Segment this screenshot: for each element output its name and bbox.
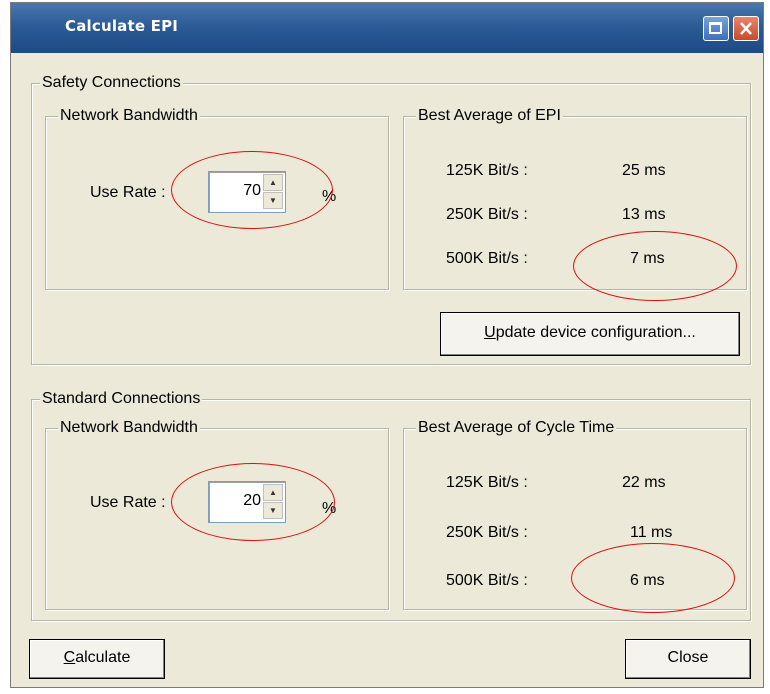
standard-value-250k: 11 ms bbox=[630, 524, 673, 541]
restore-icon bbox=[709, 22, 722, 34]
safety-rate-500k: 500K Bit/s : bbox=[446, 250, 528, 267]
standard-rate-500k: 500K Bit/s : bbox=[446, 572, 528, 589]
standard-use-rate-spinner[interactable]: 20 ▲ ▼ bbox=[208, 481, 286, 523]
standard-use-rate-value[interactable]: 20 bbox=[243, 492, 261, 510]
restore-button[interactable] bbox=[703, 16, 729, 41]
safety-best-epi-label: Best Average of EPI bbox=[416, 106, 563, 126]
calculate-mnemonic: C bbox=[63, 649, 76, 666]
standard-percent-label: % bbox=[322, 500, 337, 517]
spin-up-icon[interactable]: ▲ bbox=[263, 484, 283, 501]
calculate-button-label: alculate bbox=[75, 649, 131, 666]
close-button-label: Close bbox=[667, 649, 709, 666]
safety-use-rate-value[interactable]: 70 bbox=[243, 182, 261, 200]
safety-best-epi-group: Best Average of EPI 125K Bit/s : 25 ms 2… bbox=[403, 106, 747, 290]
safety-rate-250k: 250K Bit/s : bbox=[446, 206, 528, 223]
standard-rate-250k: 250K Bit/s : bbox=[446, 524, 528, 541]
standard-best-cycle-group: Best Average of Cycle Time 125K Bit/s : … bbox=[403, 418, 747, 610]
safety-use-rate-label: Use Rate : bbox=[90, 184, 166, 201]
title-bar[interactable]: Calculate EPI bbox=[11, 3, 763, 53]
safety-value-125k: 25 ms bbox=[622, 162, 666, 179]
spin-up-icon[interactable]: ▲ bbox=[263, 174, 283, 191]
standard-bandwidth-group: Network Bandwidth Use Rate : 20 ▲ ▼ % bbox=[45, 418, 389, 610]
safety-connections-group: Safety Connections Network Bandwidth Use… bbox=[31, 73, 751, 365]
standard-rate-125k: 125K Bit/s : bbox=[446, 474, 528, 491]
standard-value-500k: 6 ms bbox=[630, 572, 665, 589]
safety-use-rate-spinner[interactable]: 70 ▲ ▼ bbox=[208, 171, 286, 213]
close-icon bbox=[740, 22, 752, 35]
spin-down-icon[interactable]: ▼ bbox=[263, 192, 283, 209]
standard-value-125k: 22 ms bbox=[622, 474, 666, 491]
safety-bandwidth-label: Network Bandwidth bbox=[58, 106, 200, 126]
standard-connections-group: Standard Connections Network Bandwidth U… bbox=[31, 389, 751, 621]
safety-percent-label: % bbox=[322, 188, 337, 205]
calculate-epi-dialog: Calculate EPI Safety Connections Network… bbox=[10, 2, 764, 688]
standard-spin-buttons: ▲ ▼ bbox=[263, 484, 283, 520]
safety-spin-buttons: ▲ ▼ bbox=[263, 174, 283, 210]
close-window-button[interactable] bbox=[733, 16, 759, 41]
safety-value-250k: 13 ms bbox=[622, 206, 666, 223]
safety-bandwidth-group: Network Bandwidth Use Rate : 70 ▲ ▼ % bbox=[45, 106, 389, 290]
safety-rate-125k: 125K Bit/s : bbox=[446, 162, 528, 179]
close-button[interactable]: Close bbox=[625, 639, 751, 679]
standard-best-cycle-label: Best Average of Cycle Time bbox=[416, 418, 617, 438]
standard-connections-label: Standard Connections bbox=[40, 389, 203, 409]
update-device-configuration-button[interactable]: Update device configuration... bbox=[440, 312, 740, 356]
window-title: Calculate EPI bbox=[65, 17, 179, 35]
standard-bandwidth-label: Network Bandwidth bbox=[58, 418, 200, 438]
safety-value-500k: 7 ms bbox=[630, 250, 665, 267]
safety-connections-label: Safety Connections bbox=[40, 73, 183, 93]
update-mnemonic: U bbox=[484, 324, 496, 341]
spin-down-icon[interactable]: ▼ bbox=[263, 502, 283, 519]
update-button-label: pdate device configuration... bbox=[495, 324, 696, 341]
calculate-button[interactable]: Calculate bbox=[29, 639, 165, 679]
standard-use-rate-label: Use Rate : bbox=[90, 494, 166, 511]
